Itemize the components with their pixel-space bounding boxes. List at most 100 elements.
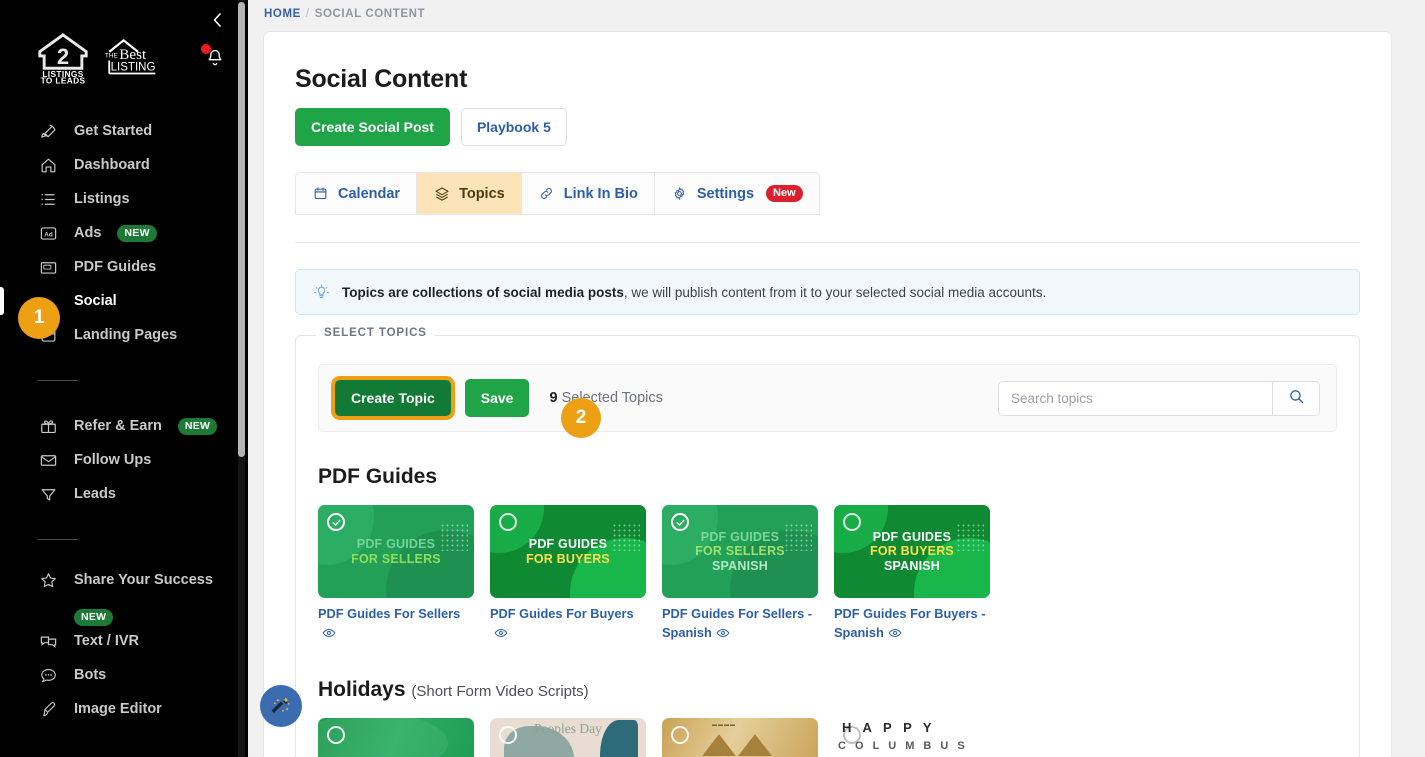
chat-dots-icon bbox=[38, 665, 58, 685]
sidebar-item-listings[interactable]: Listings bbox=[0, 182, 248, 216]
topic-thumbnail[interactable]: ▬▬▬▬ bbox=[662, 718, 818, 757]
magic-wand-icon bbox=[268, 693, 294, 719]
sidebar-divider-1 bbox=[38, 380, 78, 381]
tab-calendar[interactable]: Calendar bbox=[295, 172, 416, 215]
topic-card-label-text: PDF Guides For Buyers bbox=[490, 606, 634, 621]
thumbnail-text: PDF GUIDES FOR BUYERS bbox=[526, 537, 610, 566]
sidebar-item-share-your-success[interactable]: Share Your Success NEW bbox=[0, 568, 248, 624]
topic-thumbnail[interactable]: PDF GUIDES FOR SELLERS SPANISH bbox=[662, 505, 818, 598]
envelope-icon bbox=[38, 450, 58, 470]
sidebar-item-ads[interactable]: Ad Ads NEW bbox=[0, 216, 248, 250]
topic-selected-checkbox[interactable] bbox=[327, 513, 345, 531]
sidebar-item-dashboard[interactable]: Dashboard bbox=[0, 148, 248, 182]
topic-selected-checkbox[interactable] bbox=[843, 513, 861, 531]
chevron-left-icon bbox=[211, 12, 224, 28]
topic-card-label[interactable]: PDF Guides For Sellers bbox=[318, 605, 474, 645]
sidebar-item-pdf-guides[interactable]: PDF Guides bbox=[0, 250, 248, 284]
tabs-underline bbox=[295, 242, 1360, 243]
sidebar-item-label: Social bbox=[74, 293, 117, 309]
tab-link-in-bio[interactable]: Link In Bio bbox=[521, 172, 654, 215]
section-subtitle-text: (Short Form Video Scripts) bbox=[411, 683, 588, 700]
ad-icon: Ad bbox=[38, 223, 58, 243]
home-icon bbox=[38, 155, 58, 175]
page-action-buttons: Create Social Post Playbook 5 bbox=[295, 108, 1360, 146]
thumb-line: Peoples Day bbox=[534, 721, 602, 737]
topics-toolbar: Create Topic Save 9 Selected Topics bbox=[318, 364, 1337, 432]
info-banner-rest: , we will publish content from it to you… bbox=[624, 285, 1046, 300]
topic-thumbnail[interactable]: H A P P Y C O L U M B U S bbox=[834, 718, 990, 757]
thumb-line: SPANISH bbox=[695, 559, 785, 573]
sidebar-item-label: Listings bbox=[74, 191, 130, 207]
sidebar-item-image-editor[interactable]: Image Editor bbox=[0, 692, 248, 726]
sidebar-item-bots[interactable]: Bots bbox=[0, 658, 248, 692]
topic-card-label[interactable]: PDF Guides For Sellers - Spanish bbox=[662, 605, 818, 645]
sidebar-item-label: Landing Pages bbox=[74, 327, 177, 343]
gear-icon bbox=[671, 185, 688, 202]
sidebar: 2 LISTINGS TO LEADS THE Best LISTING Get… bbox=[0, 0, 248, 757]
sidebar-collapse-button[interactable] bbox=[205, 8, 229, 32]
sidebar-badge-row: NEW bbox=[38, 608, 248, 624]
sidebar-item-text-ivr[interactable]: Text / IVR bbox=[0, 624, 248, 658]
list-icon bbox=[38, 189, 58, 209]
topic-selected-checkbox[interactable] bbox=[843, 726, 861, 744]
topic-card: Peoples Day bbox=[490, 718, 646, 757]
topic-selected-checkbox[interactable] bbox=[327, 726, 345, 744]
sidebar-scrollbar-thumb[interactable] bbox=[238, 2, 245, 457]
topic-card: PDF GUIDES FOR BUYERS SPANISH PDF Guides… bbox=[834, 505, 990, 645]
topic-thumbnail[interactable]: PDF GUIDES FOR BUYERS SPANISH bbox=[834, 505, 990, 598]
breadcrumb: HOME/SOCIAL CONTENT bbox=[248, 0, 1425, 28]
breadcrumb-home[interactable]: HOME bbox=[264, 8, 301, 20]
topic-thumbnail[interactable]: Peoples Day bbox=[490, 718, 646, 757]
sidebar-item-label: Text / IVR bbox=[74, 633, 139, 649]
create-topic-button[interactable]: Create Topic bbox=[335, 380, 451, 416]
sidebar-divider-2 bbox=[38, 539, 78, 540]
cards-grid-holidays: Peoples Day ▬▬▬▬ bbox=[318, 718, 1337, 757]
sidebar-item-label: Get Started bbox=[74, 123, 152, 139]
topic-card-label[interactable]: PDF Guides For Buyers bbox=[490, 605, 646, 645]
topic-selected-checkbox[interactable] bbox=[499, 726, 517, 744]
topic-selected-checkbox[interactable] bbox=[671, 513, 689, 531]
svg-text:Ad: Ad bbox=[44, 231, 53, 238]
tab-settings[interactable]: Settings New bbox=[654, 172, 820, 215]
search-button[interactable] bbox=[1272, 381, 1320, 416]
brush-icon bbox=[38, 699, 58, 719]
topic-thumbnail[interactable] bbox=[318, 718, 474, 757]
notifications-button[interactable] bbox=[198, 42, 226, 70]
info-banner: Topics are collections of social media p… bbox=[295, 269, 1360, 315]
sidebar-badge-new: NEW bbox=[117, 225, 156, 242]
decorative-dots bbox=[612, 523, 640, 551]
decorative-dots bbox=[784, 523, 812, 551]
step-marker-2: 2 bbox=[561, 398, 601, 438]
section-title-text: Holidays bbox=[318, 678, 406, 701]
topic-card: H A P P Y C O L U M B U S bbox=[834, 718, 990, 757]
info-banner-text: Topics are collections of social media p… bbox=[342, 285, 1046, 300]
topic-thumbnail[interactable]: PDF GUIDES FOR BUYERS bbox=[490, 505, 646, 598]
topic-card-label[interactable]: PDF Guides For Buyers - Spanish bbox=[834, 605, 990, 645]
playbook-button[interactable]: Playbook 5 bbox=[461, 108, 567, 146]
tab-label: Link In Bio bbox=[564, 186, 638, 202]
save-button[interactable]: Save bbox=[465, 379, 530, 417]
topic-thumbnail[interactable]: PDF GUIDES FOR SELLERS bbox=[318, 505, 474, 598]
topic-card: ▬▬▬▬ bbox=[662, 718, 818, 757]
eye-icon[interactable] bbox=[888, 626, 902, 646]
tab-topics[interactable]: Topics bbox=[416, 172, 521, 215]
search-input[interactable] bbox=[998, 381, 1272, 416]
section-title-pdf-guides: PDF Guides bbox=[318, 465, 1337, 489]
create-social-post-button[interactable]: Create Social Post bbox=[295, 108, 450, 146]
svg-text:Best: Best bbox=[119, 47, 147, 63]
eye-icon[interactable] bbox=[716, 626, 730, 646]
topic-card: PDF GUIDES FOR SELLERS SPANISH PDF Guide… bbox=[662, 505, 818, 645]
eye-icon[interactable] bbox=[494, 626, 508, 646]
svg-text:2: 2 bbox=[57, 44, 69, 69]
listings-to-leads-logo: 2 LISTINGS TO LEADS bbox=[34, 32, 92, 84]
topic-selected-checkbox[interactable] bbox=[499, 513, 517, 531]
sidebar-item-follow-ups[interactable]: Follow Ups bbox=[0, 443, 248, 477]
svg-text:TO LEADS: TO LEADS bbox=[41, 75, 86, 84]
topic-selected-checkbox[interactable] bbox=[671, 726, 689, 744]
sidebar-item-leads[interactable]: Leads bbox=[0, 477, 248, 511]
eye-icon[interactable] bbox=[322, 626, 336, 646]
sidebar-item-get-started[interactable]: Get Started bbox=[0, 114, 248, 148]
magic-wand-widget-button[interactable] bbox=[260, 685, 302, 727]
page-title: Social Content bbox=[295, 32, 1360, 94]
sidebar-item-refer-earn[interactable]: Refer & Earn NEW bbox=[0, 409, 248, 443]
